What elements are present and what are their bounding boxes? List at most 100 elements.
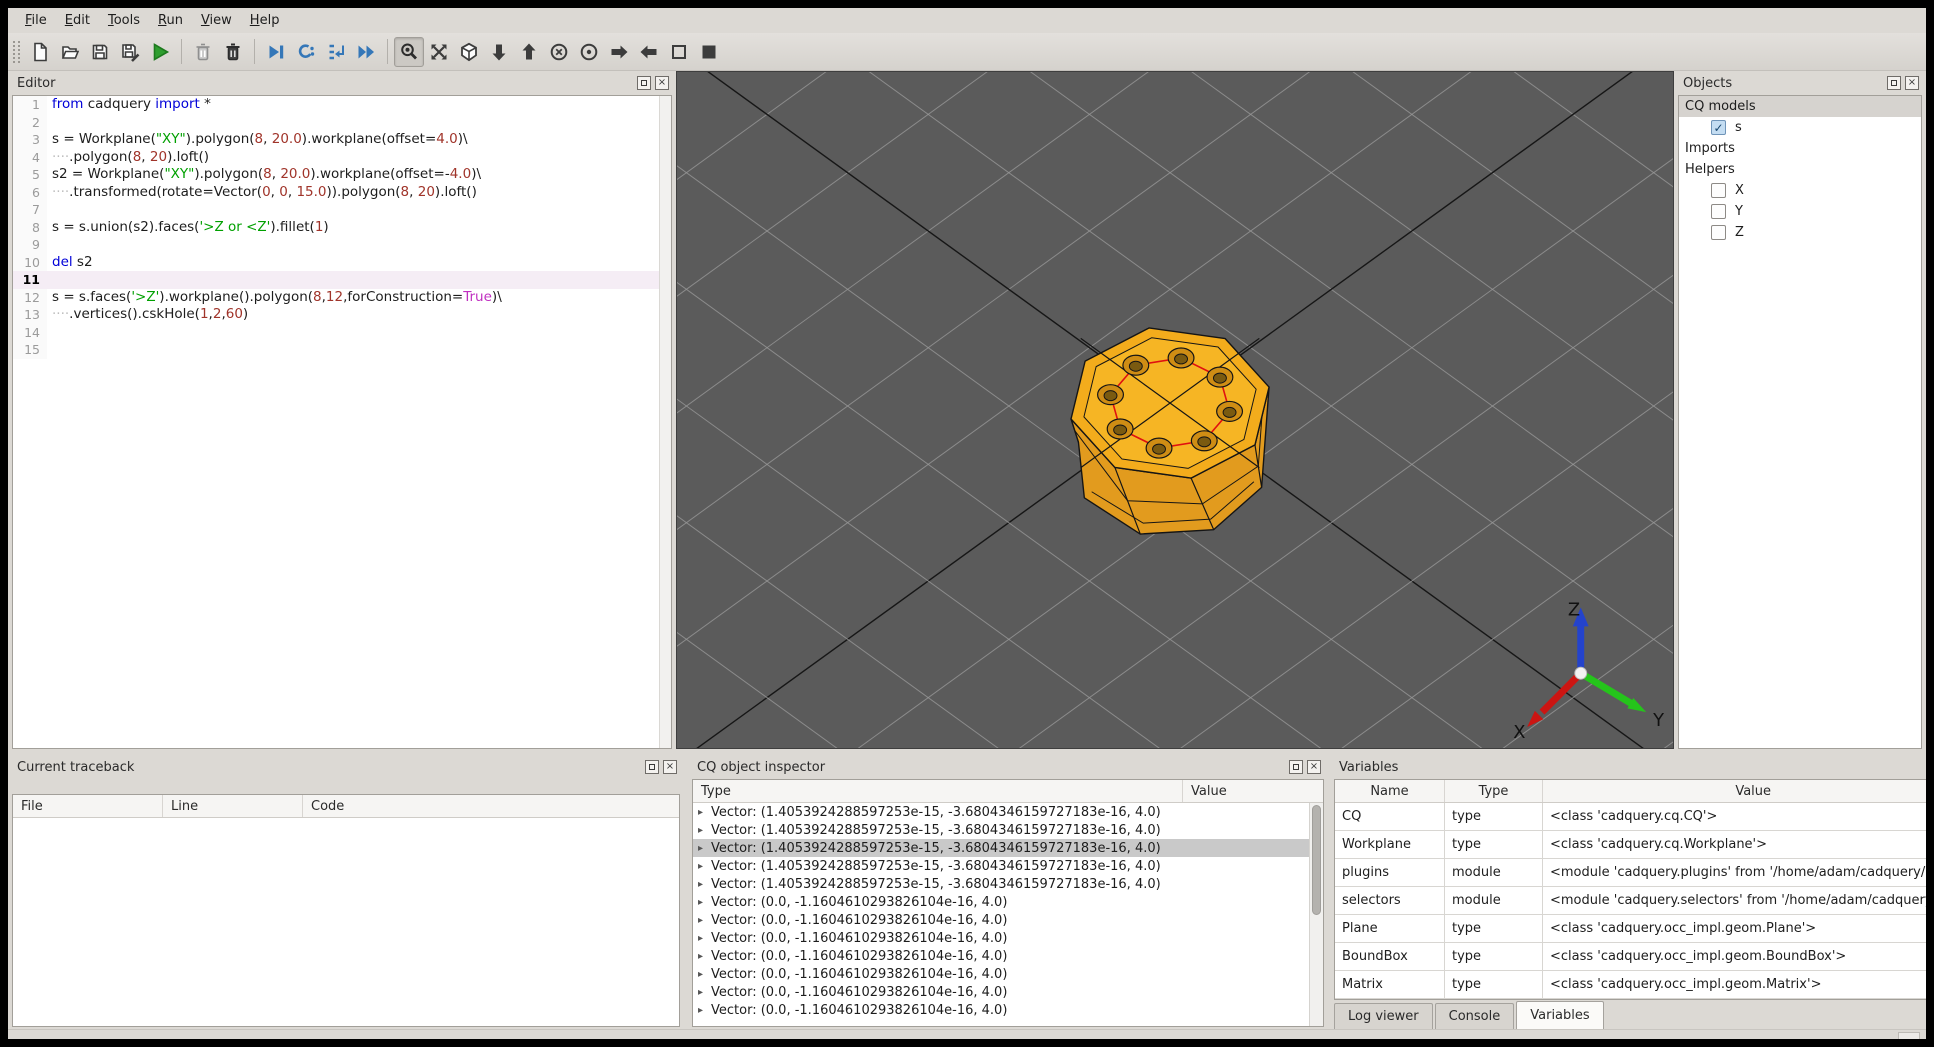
- expand-arrow-icon[interactable]: ▸: [698, 861, 711, 872]
- expand-arrow-icon[interactable]: ▸: [698, 915, 711, 926]
- close-icon[interactable]: ×: [1307, 760, 1321, 774]
- inspector-row[interactable]: ▸ Vector: (1.4053924288597253e-15, -3.680…: [693, 839, 1309, 857]
- tab-log-viewer[interactable]: Log viewer: [1334, 1003, 1433, 1029]
- expand-arrow-icon[interactable]: ▸: [698, 969, 711, 980]
- inspector-row[interactable]: ▸ Vector: (0.0, -1.1604610293826104e-16, …: [693, 893, 1309, 911]
- shaded-icon[interactable]: [694, 37, 724, 67]
- left-view-icon[interactable]: [604, 37, 634, 67]
- inspector-row[interactable]: ▸ Vector: (0.0, -1.1604610293826104e-16, …: [693, 947, 1309, 965]
- right-view-icon[interactable]: [634, 37, 664, 67]
- expand-arrow-icon[interactable]: ▸: [698, 897, 711, 908]
- top-view-icon[interactable]: [544, 37, 574, 67]
- tree-item-x[interactable]: X: [1679, 180, 1921, 201]
- variables-col-name[interactable]: Name: [1335, 780, 1445, 802]
- close-icon[interactable]: ×: [655, 76, 669, 90]
- fit-zoom-icon[interactable]: [394, 36, 424, 67]
- tab-console[interactable]: Console: [1434, 1003, 1515, 1029]
- expand-arrow-icon[interactable]: ▸: [698, 825, 711, 836]
- step-in-icon[interactable]: [321, 37, 351, 67]
- tree-item-z[interactable]: Z: [1679, 222, 1921, 243]
- float-icon[interactable]: [637, 76, 651, 90]
- save-icon[interactable]: [85, 37, 115, 67]
- variables-col-value[interactable]: Value: [1543, 780, 1926, 802]
- objects-group-helpers[interactable]: Helpers: [1679, 159, 1921, 180]
- expand-arrow-icon[interactable]: ▸: [698, 807, 711, 818]
- inspector-row[interactable]: ▸ Vector: (0.0, -1.1604610293826104e-16, …: [693, 1001, 1309, 1019]
- step-icon[interactable]: [291, 37, 321, 67]
- close-icon[interactable]: ×: [1905, 76, 1919, 90]
- inspector-row[interactable]: ▸ Vector: (1.4053924288597253e-15, -3.680…: [693, 857, 1309, 875]
- checkbox-y[interactable]: [1711, 204, 1726, 219]
- tree-item-y[interactable]: Y: [1679, 201, 1921, 222]
- expand-arrow-icon[interactable]: ▸: [698, 1005, 711, 1016]
- tab-variables[interactable]: Variables: [1516, 1001, 1604, 1029]
- checkbox-x[interactable]: [1711, 183, 1726, 198]
- inspector-row[interactable]: ▸ Vector: (1.4053924288597253e-15, -3.680…: [693, 875, 1309, 893]
- objects-group-cq-models[interactable]: CQ models: [1679, 96, 1921, 117]
- variable-row[interactable]: Matrix type <class 'cadquery.occ_impl.geom…: [1335, 971, 1926, 999]
- menu-file[interactable]: File: [16, 10, 56, 31]
- fit-all-icon[interactable]: [424, 37, 454, 67]
- variable-row[interactable]: BoundBox type <class 'cadquery.occ_impl.ge…: [1335, 943, 1926, 971]
- open-icon[interactable]: [55, 37, 85, 67]
- inspector-row[interactable]: ▸ Vector: (1.4053924288597253e-15, -3.680…: [693, 803, 1309, 821]
- inspector-scrollbar[interactable]: [1309, 803, 1323, 1026]
- inspector-col-type[interactable]: Type: [693, 780, 1183, 802]
- run-icon[interactable]: [145, 37, 175, 67]
- toolbar-grip[interactable]: [13, 40, 20, 63]
- float-icon[interactable]: [645, 760, 659, 774]
- inspector-row[interactable]: ▸ Vector: (1.4053924288597253e-15, -3.680…: [693, 821, 1309, 839]
- traceback-col-line[interactable]: Line: [163, 795, 303, 817]
- bottom-view-icon[interactable]: [574, 37, 604, 67]
- inspector-row[interactable]: ▸ Vector: (0.0, -1.1604610293826104e-16, …: [693, 965, 1309, 983]
- expand-arrow-icon[interactable]: ▸: [698, 879, 711, 890]
- variable-name: Workplane: [1335, 831, 1445, 858]
- front-view-icon[interactable]: [484, 37, 514, 67]
- wireframe-icon[interactable]: [664, 37, 694, 67]
- code-editor[interactable]: 1 from cadquery import * 2 3 s = Workplane("…: [12, 95, 672, 749]
- variable-row[interactable]: selectors module <module 'cadquery.selecto…: [1335, 887, 1926, 915]
- delete-icon[interactable]: [188, 37, 218, 67]
- inspector-row[interactable]: ▸ Vector: (0.0, -1.1604610293826104e-16, …: [693, 929, 1309, 947]
- continue-icon[interactable]: [351, 37, 381, 67]
- resize-grip[interactable]: [1898, 1031, 1920, 1039]
- menu-tools[interactable]: Tools: [99, 10, 149, 31]
- variable-row[interactable]: plugins module <module 'cadquery.plugins' …: [1335, 859, 1926, 887]
- float-icon[interactable]: [1887, 76, 1901, 90]
- menu-view[interactable]: View: [192, 10, 241, 31]
- menu-help[interactable]: Help: [241, 10, 289, 31]
- traceback-col-code[interactable]: Code: [303, 795, 679, 817]
- code-line: 6 ····.transformed(rotate=Vector(0, 0, 15…: [13, 183, 659, 201]
- inspector-row[interactable]: ▸ Vector: (0.0, -1.1604610293826104e-16, …: [693, 983, 1309, 1001]
- traceback-col-file[interactable]: File: [13, 795, 163, 817]
- variable-row[interactable]: CQ type <class 'cadquery.cq.CQ'>: [1335, 803, 1926, 831]
- cad-model[interactable]: [1070, 327, 1270, 535]
- iso-view-icon[interactable]: [454, 37, 484, 67]
- expand-arrow-icon[interactable]: ▸: [698, 933, 711, 944]
- back-view-icon[interactable]: [514, 37, 544, 67]
- close-icon[interactable]: ×: [663, 760, 677, 774]
- menu-run[interactable]: Run: [149, 10, 192, 31]
- variable-type: type: [1445, 915, 1543, 942]
- variable-row[interactable]: Plane type <class 'cadquery.occ_impl.geom.…: [1335, 915, 1926, 943]
- new-file-icon[interactable]: [25, 37, 55, 67]
- tree-item-s[interactable]: ✓ s: [1679, 117, 1921, 138]
- checkbox-z[interactable]: [1711, 225, 1726, 240]
- float-icon[interactable]: [1289, 760, 1303, 774]
- save-as-icon[interactable]: [115, 37, 145, 67]
- expand-arrow-icon[interactable]: ▸: [698, 987, 711, 998]
- inspector-row[interactable]: ▸ Vector: (0.0, -1.1604610293826104e-16, …: [693, 911, 1309, 929]
- editor-scrollbar[interactable]: [659, 96, 671, 748]
- expand-arrow-icon[interactable]: ▸: [698, 843, 711, 854]
- delete-all-icon[interactable]: [218, 37, 248, 67]
- debug-icon[interactable]: [261, 37, 291, 67]
- objects-group-imports[interactable]: Imports: [1679, 138, 1921, 159]
- checkbox-s[interactable]: ✓: [1711, 120, 1726, 135]
- menu-edit[interactable]: Edit: [56, 10, 99, 31]
- variables-col-type[interactable]: Type: [1445, 780, 1543, 802]
- variable-row[interactable]: Workplane type <class 'cadquery.cq.Workpla…: [1335, 831, 1926, 859]
- line-number: 15: [13, 341, 47, 359]
- 3d-viewport[interactable]: Z X Y: [676, 71, 1674, 749]
- inspector-col-value[interactable]: Value: [1183, 780, 1323, 802]
- expand-arrow-icon[interactable]: ▸: [698, 951, 711, 962]
